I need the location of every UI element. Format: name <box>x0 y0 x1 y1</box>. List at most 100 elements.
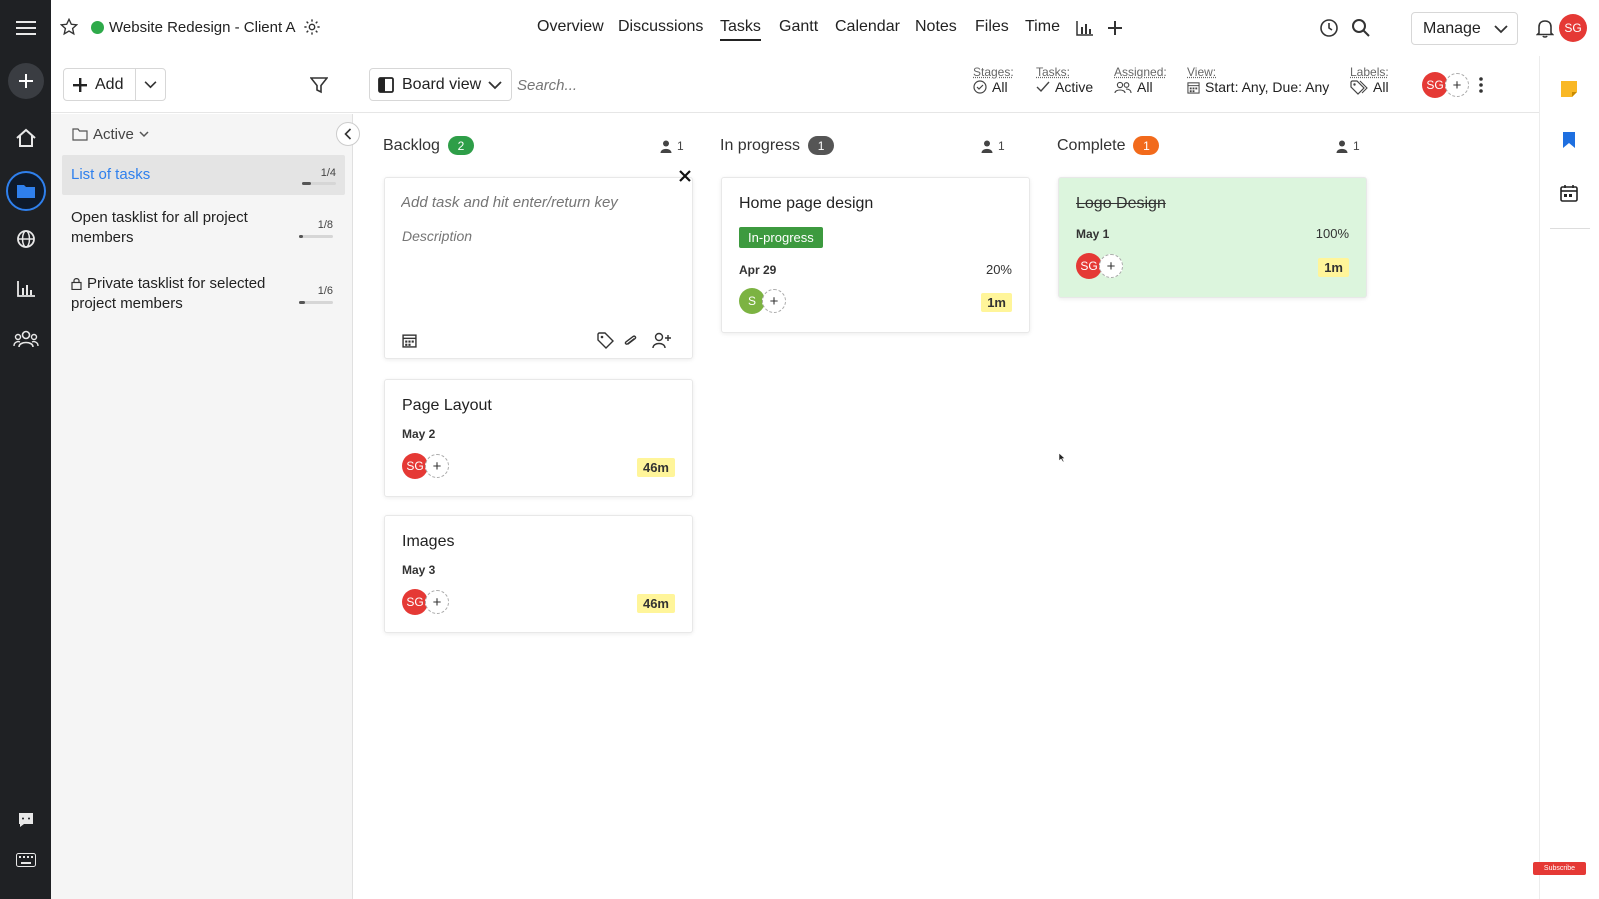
add-assignee-plus-icon[interactable]: + <box>1099 254 1123 278</box>
assigned-filter[interactable]: Assigned: All <box>1114 65 1167 95</box>
task-title: Home page design <box>739 195 874 212</box>
members-count: 1 <box>1353 139 1360 153</box>
tasklist-count: 1/4 <box>320 167 336 179</box>
column-count-badge: 1 <box>808 136 835 155</box>
board-view-dropdown[interactable]: Board view <box>369 68 512 101</box>
add-options-dropdown[interactable] <box>136 69 165 100</box>
members-count: 1 <box>998 139 1005 153</box>
reports-tab-chart-icon[interactable] <box>1076 20 1094 36</box>
add-assignee-plus-icon[interactable]: + <box>425 454 449 478</box>
time-logged-chip: 1m <box>981 293 1012 312</box>
chevron-down-icon <box>1494 25 1508 34</box>
column-title: Backlog <box>383 136 440 154</box>
view-date-filter[interactable]: View: Start: Any, Due: Any <box>1187 65 1329 95</box>
subscribe-badge[interactable]: Subscribe <box>1533 862 1586 875</box>
active-filter-label: Active <box>93 126 134 143</box>
labels-filter-label: Labels: <box>1350 65 1389 79</box>
time-logged-chip: 46m <box>636 458 675 477</box>
active-filter-dropdown[interactable]: Active <box>72 126 149 143</box>
manage-label: Manage <box>1423 19 1481 37</box>
tasklist-name: Private tasklist for selected project me… <box>71 275 266 312</box>
tasklist-progress <box>299 235 333 238</box>
project-status-dot <box>91 21 104 34</box>
column-header-backlog: Backlog 2 <box>383 136 474 155</box>
new-task-title-input[interactable] <box>401 190 666 214</box>
create-plus-icon[interactable] <box>0 62 51 100</box>
task-due-date: May 2 <box>402 427 436 441</box>
task-card[interactable]: Images May 3 SG + 46m <box>384 515 693 633</box>
task-card[interactable]: Page Layout May 2 SG + 46m <box>384 379 693 497</box>
check-icon <box>1036 81 1050 93</box>
task-due-date: May 1 <box>1076 227 1110 241</box>
add-tab-plus-icon[interactable] <box>1107 20 1123 36</box>
right-side-bar: Subscribe <box>1533 56 1599 899</box>
project-title[interactable]: Website Redesign - Client A <box>109 19 295 36</box>
chevron-down-icon <box>488 81 502 90</box>
tab-gantt[interactable]: Gantt <box>779 18 818 36</box>
tab-discussions[interactable]: Discussions <box>618 18 703 36</box>
more-options-icon[interactable] <box>1478 76 1484 94</box>
star-favorite-icon[interactable] <box>60 18 78 36</box>
view-filter-label: View: <box>1187 65 1217 79</box>
task-due-date: Apr 29 <box>739 263 777 277</box>
due-date-calendar-icon[interactable] <box>402 333 417 348</box>
labels-filter[interactable]: Labels: All <box>1350 65 1389 95</box>
task-card-completed[interactable]: Logo Design May 1 100% SG + 1m <box>1058 177 1367 298</box>
timer-clock-icon[interactable] <box>1319 18 1339 38</box>
manage-dropdown-button[interactable]: Manage <box>1411 12 1518 45</box>
calendar-side-icon[interactable] <box>1560 184 1578 202</box>
column-title: Complete <box>1057 136 1126 154</box>
chat-feedback-icon[interactable] <box>0 808 51 832</box>
left-rail <box>0 0 51 899</box>
column-members-count: 1 <box>1336 139 1360 153</box>
assign-user-add-icon[interactable] <box>652 332 672 349</box>
task-card[interactable]: Home page design In-progress Apr 29 20% … <box>721 177 1030 333</box>
column-header-in-progress: In progress 1 <box>720 136 835 155</box>
home-icon[interactable] <box>0 124 51 152</box>
keyboard-icon[interactable] <box>0 848 51 872</box>
add-split-button: Add <box>63 68 166 101</box>
projects-folder-icon[interactable] <box>0 170 51 212</box>
board-view-icon <box>378 76 394 93</box>
new-task-description-input[interactable] <box>402 225 667 247</box>
sticky-note-icon[interactable] <box>1560 80 1578 98</box>
tab-notes[interactable]: Notes <box>915 18 957 36</box>
stages-filter[interactable]: Stages: All <box>973 65 1014 95</box>
bookmark-icon[interactable] <box>1562 131 1576 149</box>
tasklist-item[interactable]: List of tasks 1/4 <box>62 155 345 195</box>
add-assignee-plus-icon[interactable]: + <box>762 289 786 313</box>
notifications-bell-icon[interactable] <box>1536 18 1554 38</box>
globe-icon[interactable] <box>0 226 51 252</box>
filter-funnel-icon[interactable] <box>310 76 328 94</box>
search-input[interactable] <box>517 70 757 100</box>
tasklist-item[interactable]: Private tasklist for selected project me… <box>51 272 353 320</box>
tasklist-name: Open tasklist for all project members <box>71 209 248 246</box>
add-assignee-plus-icon[interactable]: + <box>425 590 449 614</box>
add-member-plus-icon[interactable]: + <box>1445 73 1469 97</box>
column-count-badge: 1 <box>1133 136 1160 155</box>
tab-calendar[interactable]: Calendar <box>835 18 900 36</box>
tab-files[interactable]: Files <box>975 18 1009 36</box>
label-tag-icon[interactable] <box>597 332 614 349</box>
close-form-icon[interactable] <box>679 170 691 182</box>
add-button[interactable]: Add <box>64 69 136 100</box>
search-icon[interactable] <box>1351 18 1371 38</box>
team-people-icon[interactable] <box>0 326 51 352</box>
check-circle-icon <box>973 80 987 94</box>
tab-tasks[interactable]: Tasks <box>720 18 761 41</box>
tasklist-progress <box>299 301 333 304</box>
chevron-down-icon <box>144 81 157 89</box>
tasks-filter[interactable]: Tasks: Active <box>1036 65 1093 95</box>
user-avatar[interactable]: SG <box>1559 14 1587 42</box>
project-settings-gear-icon[interactable] <box>303 18 321 36</box>
column-members-count: 1 <box>981 139 1005 153</box>
collapse-sidebar-button[interactable] <box>336 122 360 146</box>
users-icon <box>1114 81 1132 93</box>
tab-time[interactable]: Time <box>1025 18 1060 36</box>
tab-overview[interactable]: Overview <box>537 18 604 36</box>
tasklist-item[interactable]: Open tasklist for all project members 1/… <box>51 206 353 254</box>
view-filter-value: Start: Any, Due: Any <box>1205 79 1330 95</box>
hamburger-menu-icon[interactable] <box>0 14 51 42</box>
attachment-paperclip-icon[interactable] <box>623 332 637 349</box>
reports-chart-icon[interactable] <box>0 276 51 302</box>
